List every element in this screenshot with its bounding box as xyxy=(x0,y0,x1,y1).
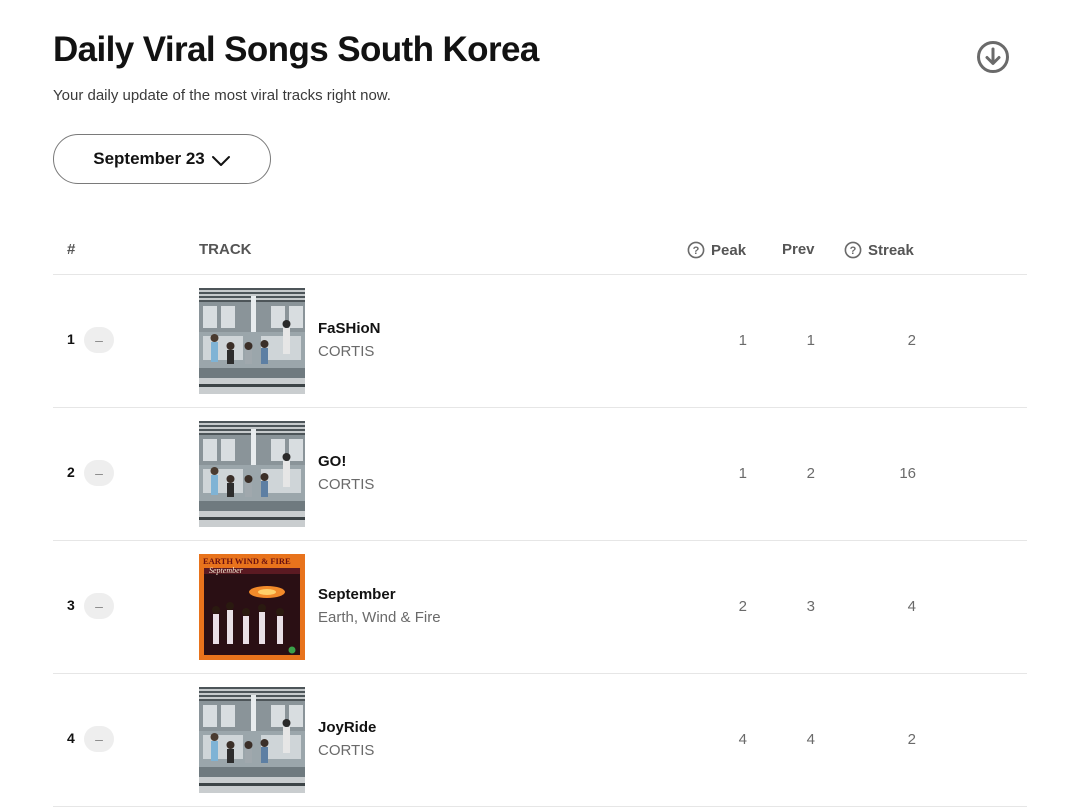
prev-value: 4 xyxy=(806,731,815,748)
table-header: # TRACK ? Peak Prev ? Streak xyxy=(53,230,1027,275)
column-header-prev: Prev xyxy=(782,241,815,258)
table-row[interactable]: 4 – JoyRide CORTIS 4 4 2 xyxy=(53,674,1027,807)
track-artist[interactable]: Earth, Wind & Fire xyxy=(318,609,441,626)
rank-number: 1 xyxy=(67,331,75,347)
table-row[interactable]: 3 – September Earth, Wind & Fire 2 3 4 xyxy=(53,541,1027,674)
table-row[interactable]: 2 – GO! CORTIS 1 2 16 xyxy=(53,408,1027,541)
peak-value: 1 xyxy=(738,465,747,482)
track-title[interactable]: September xyxy=(318,586,396,603)
peak-value: 1 xyxy=(738,332,747,349)
track-artist[interactable]: CORTIS xyxy=(318,742,374,759)
track-title[interactable]: FaSHioN xyxy=(318,320,381,337)
prev-value: 2 xyxy=(806,465,815,482)
streak-value: 2 xyxy=(907,731,916,748)
album-art[interactable] xyxy=(199,288,305,394)
rank-number: 4 xyxy=(67,730,75,746)
track-title[interactable]: JoyRide xyxy=(318,719,376,736)
streak-value: 4 xyxy=(907,598,916,615)
date-selector-button[interactable]: September 23 xyxy=(53,134,271,184)
column-header-rank: # xyxy=(67,241,76,258)
page-title: Daily Viral Songs South Korea xyxy=(53,30,539,69)
date-selector-label: September 23 xyxy=(93,149,205,168)
album-art[interactable] xyxy=(199,687,305,793)
peak-value: 2 xyxy=(738,598,747,615)
streak-value: 2 xyxy=(907,332,916,349)
download-button[interactable] xyxy=(976,40,1010,74)
trend-badge: – xyxy=(84,593,114,619)
rank-number: 2 xyxy=(67,464,75,480)
chevron-down-icon xyxy=(211,156,230,166)
peak-value: 4 xyxy=(738,731,747,748)
help-icon[interactable]: ? xyxy=(844,241,862,259)
trend-badge: – xyxy=(84,726,114,752)
column-header-track: TRACK xyxy=(199,241,252,258)
album-art[interactable] xyxy=(199,554,305,660)
help-icon[interactable]: ? xyxy=(687,241,705,259)
album-art[interactable] xyxy=(199,421,305,527)
streak-value: 16 xyxy=(899,465,916,482)
track-artist[interactable]: CORTIS xyxy=(318,476,374,493)
table-row[interactable]: 1 – FaSHioN CORTIS 1 1 2 xyxy=(53,275,1027,408)
download-circle-icon xyxy=(977,41,1009,73)
column-header-peak[interactable]: ? Peak xyxy=(687,241,746,259)
prev-value: 3 xyxy=(806,598,815,615)
column-header-streak[interactable]: ? Streak xyxy=(844,241,914,259)
trend-badge: – xyxy=(84,460,114,486)
column-header-streak-label: Streak xyxy=(868,241,914,259)
column-header-peak-label: Peak xyxy=(711,241,747,259)
svg-text:?: ? xyxy=(850,245,857,257)
chart-rows: 1 – FaSHioN CORTIS 1 1 2 2 – GO! CORTIS … xyxy=(53,275,1027,807)
trend-badge: – xyxy=(84,327,114,353)
svg-text:?: ? xyxy=(693,245,700,257)
track-artist[interactable]: CORTIS xyxy=(318,343,374,360)
page-subtitle: Your daily update of the most viral trac… xyxy=(53,87,391,104)
track-title[interactable]: GO! xyxy=(318,453,346,470)
rank-number: 3 xyxy=(67,597,75,613)
prev-value: 1 xyxy=(806,332,815,349)
